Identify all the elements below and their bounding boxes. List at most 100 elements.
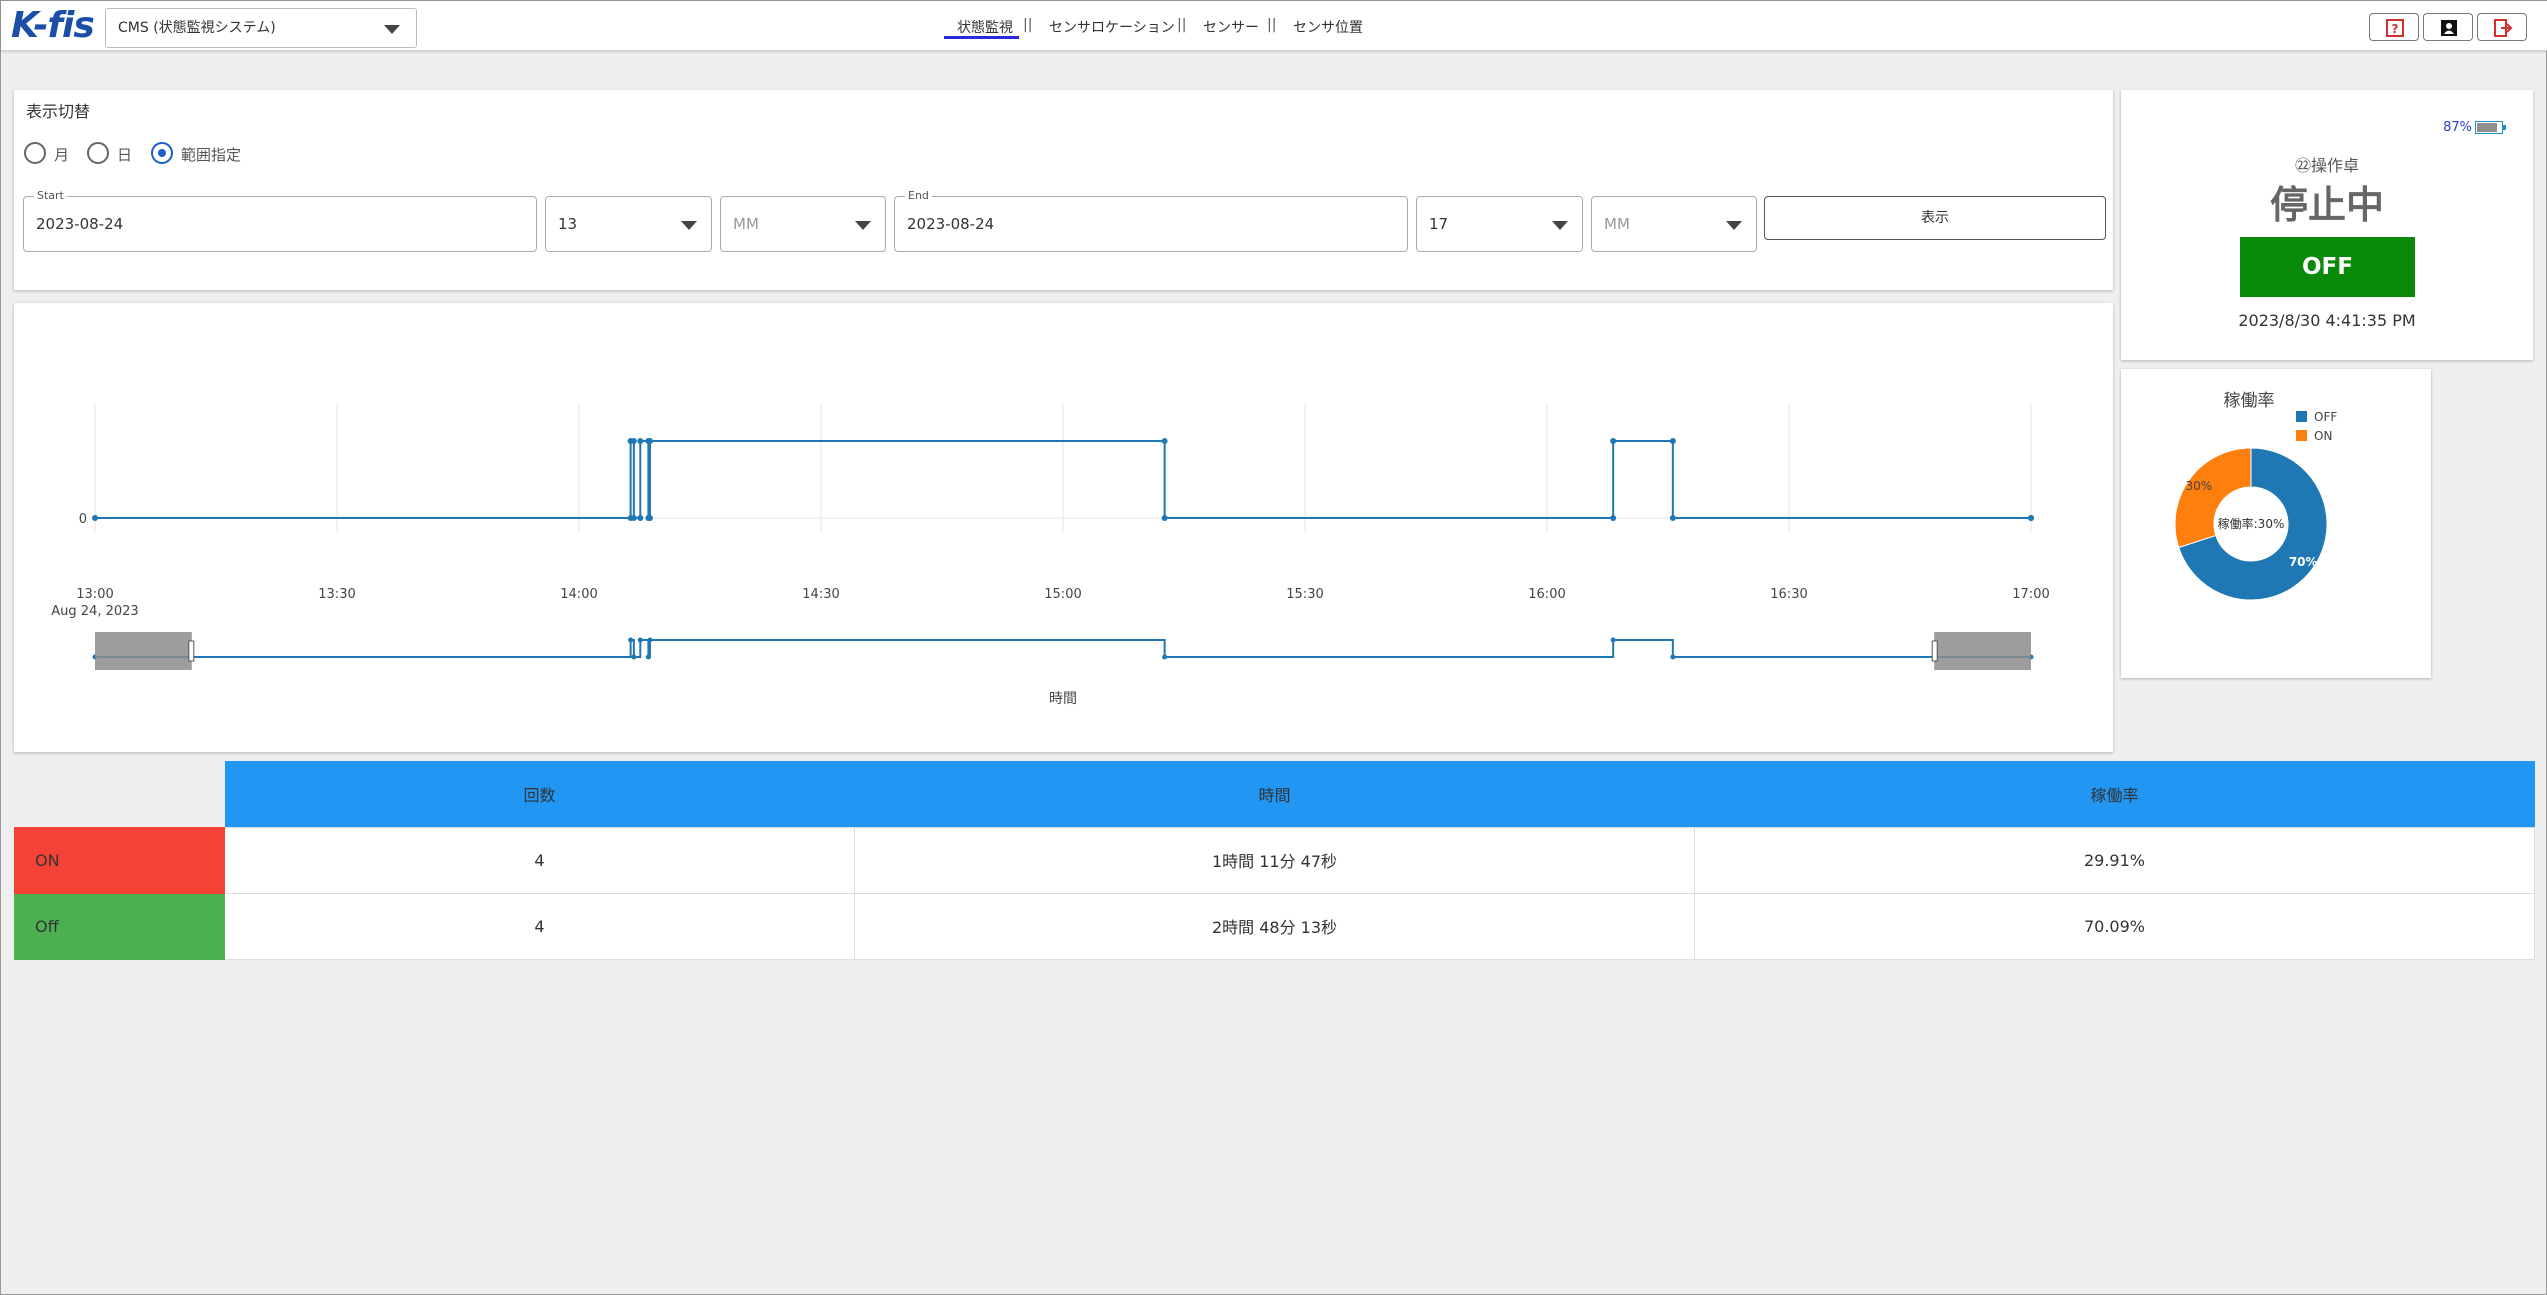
x-tick-label: 15:30 [1286,587,1323,602]
operator-label: ㉒操作卓 [2294,156,2359,175]
x-axis-label: 時間 [1049,691,1077,707]
chevron-down-icon [384,25,400,34]
start-hour-value: 13 [558,215,578,233]
table-header-rate: 稼働率 [1694,761,2535,827]
data-point [637,515,644,521]
donut-center-label: 稼働率:30% [2218,516,2285,531]
summary-table: 回数 時間 稼働率 ON 4 1時間 11分 47秒 29.91% Off 4 … [14,761,2535,960]
range-slider-point [645,654,651,660]
help-button[interactable]: ? [2369,13,2419,41]
legend-swatch [2296,411,2307,422]
x-tick-label: 15:00 [1044,587,1081,602]
data-point [637,438,644,444]
battery-icon [2475,121,2506,134]
pie-title: 稼働率 [2224,391,2275,411]
data-point [630,438,637,444]
operation-status: 停止中 [2269,183,2384,227]
end-date-field[interactable]: End 2023-08-24 [894,189,1408,252]
show-button[interactable]: 表示 [1764,196,2106,240]
range-slider-mask-right [1934,632,2031,670]
cell-rate: 29.91% [1694,826,2535,894]
off-state-button[interactable]: OFF [2240,237,2415,297]
table-row: ON 4 1時間 11分 47秒 29.91% [14,826,2535,894]
range-slider-point [637,637,643,643]
battery-level: 87% [2443,120,2472,135]
cell-time: 2時間 48分 13秒 [854,892,1695,960]
radio-circle [87,142,109,164]
start-minute-select[interactable]: MM [720,196,886,252]
utilization-panel: 稼働率 OFF ON 70% 30% 稼働率:30% [2121,369,2431,678]
end-hour-select[interactable]: 17 [1416,196,1583,252]
svg-text:?: ? [2392,22,2399,36]
start-label: Start [34,189,67,202]
app-logo[interactable]: K-fis [11,5,95,46]
user-icon [2441,20,2457,36]
data-point [630,515,637,521]
slice-value-label: 70% [2289,555,2318,569]
x-tick-label: 16:30 [1770,587,1807,602]
timeline-chart-panel: 13:00 13:30 14:00 14:30 15:00 15:30 16:00 16:30… [14,303,2113,752]
tab-sensor-location[interactable]: センサロケーション [1049,17,1175,37]
legend-label: ON [2314,429,2332,443]
start-minute-placeholder: MM [733,215,759,233]
nav-separator: || [1267,17,1277,33]
data-point [2028,515,2034,521]
active-tab-indicator [944,36,1019,39]
status-panel: 87% ㉒操作卓 停止中 OFF 2023/8/30 4:41:35 PM [2121,90,2533,360]
x-tick-label: 17:00 [2012,587,2049,602]
help-icon: ? [2386,19,2404,37]
status-timestamp: 2023/8/30 4:41:35 PM [2238,311,2416,330]
x-tick-label: 13:30 [318,587,355,602]
data-point [1161,515,1168,521]
data-point [1161,438,1168,444]
range-slider-point [1670,654,1676,660]
legend-label: OFF [2314,410,2337,424]
cell-count: 4 [224,826,855,894]
chevron-down-icon [681,221,697,230]
y-tick-label: 0 [79,512,87,527]
range-slider-point [1610,637,1616,643]
display-switch-title: 表示切替 [26,102,91,121]
tab-sensor-position[interactable]: センサ位置 [1293,17,1363,37]
table-header-row: 回数 時間 稼働率 [15,761,2535,827]
tab-status-monitor[interactable]: 状態監視 [957,17,1013,37]
chevron-down-icon [855,221,871,230]
display-switch-panel: 表示切替 月 日 範囲指定 Start 2023-08-24 13 MM End… [14,90,2113,290]
data-point [646,438,653,444]
end-hour-value: 17 [1429,215,1449,233]
nav-separator: || [1023,17,1033,33]
range-slider-handle-left [188,640,195,662]
x-tick-label: 14:30 [802,587,839,602]
radio-circle-selected [151,142,173,164]
top-bar: K-fis CMS (状態監視システム) 状態監視 || センサロケーション |… [1,1,2547,51]
range-slider-mask-left [95,632,192,670]
logout-button[interactable] [2477,13,2527,41]
system-select-value: CMS (状態監視システム) [118,20,276,36]
start-date-value: 2023-08-24 [36,215,124,233]
start-date-field[interactable]: Start 2023-08-24 [23,189,537,252]
pie-slice [2174,447,2252,549]
range-slider-series [95,639,2031,658]
radio-label: 範囲指定 [181,146,242,164]
x-tick-label: 14:00 [560,587,597,602]
range-slider-point [1162,654,1168,660]
timeline-chart[interactable]: 13:00 13:30 14:00 14:30 15:00 15:30 16:00 16:30… [14,303,2113,752]
legend-swatch [2296,430,2307,441]
data-point [92,515,98,521]
cell-time: 1時間 11分 47秒 [854,826,1695,894]
end-minute-select[interactable]: MM [1591,196,1757,252]
data-point [1669,515,1676,521]
system-select[interactable]: CMS (状態監視システム) [105,8,417,48]
battery-indicator: 87% [2443,120,2506,135]
account-button[interactable] [2423,13,2473,41]
radio-circle [24,142,46,164]
row-label-on: ON [14,826,225,894]
end-date-value: 2023-08-24 [907,215,995,233]
table-header-count: 回数 [224,761,855,827]
tab-sensor[interactable]: センサー [1203,17,1259,37]
utilization-donut-chart: 稼働率 OFF ON 70% 30% 稼働率:30% [2174,391,2337,601]
range-slider-point [631,654,637,660]
slice-value-label: 30% [2185,479,2212,493]
table-header-blank [15,761,225,827]
start-hour-select[interactable]: 13 [545,196,712,252]
